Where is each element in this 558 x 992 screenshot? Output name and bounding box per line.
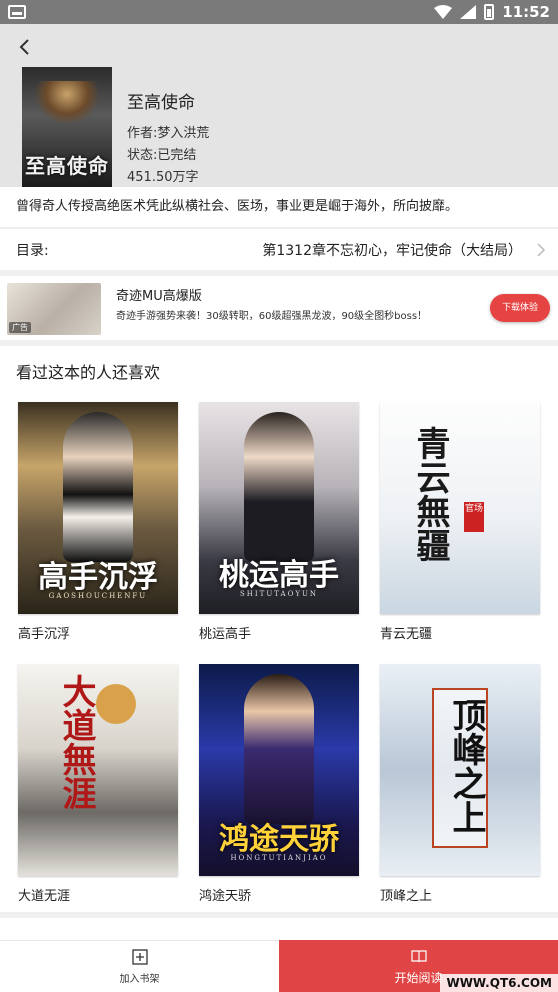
rec-book-item[interactable]: 鸿途天骄 HONGTUTIANJIAO 鸿途天骄 — [199, 664, 359, 904]
cover-seal: 官场 — [464, 502, 484, 532]
bottom-action-bar: 加入书架 开始阅读 WWW.QT6.COM — [0, 940, 558, 992]
cover-sun — [96, 684, 136, 724]
rec-book-title: 鸿途天骄 — [199, 889, 252, 904]
book-header: 至高使命 至高使命 作者:梦入洪荒 状态:已完结 451.50万字 — [0, 24, 558, 187]
rec-book-item[interactable]: 顶峰之上 顶峰之上 — [380, 664, 540, 904]
recommendations-section: 看过这本的人还喜欢 高手沉浮 GAOSHOUCHENFU 高手沉浮 桃运高手 S… — [0, 346, 558, 912]
recommendations-heading: 看过这本的人还喜欢 — [16, 363, 161, 382]
cover-title-text: 桃运高手 — [219, 558, 339, 593]
book-description: 曾得奇人传授高绝医术凭此纵横社会、医场，事业更是崛于海外，所向披靡。 — [0, 187, 558, 227]
rec-book-item[interactable]: 大道無涯 大道无涯 — [18, 664, 178, 904]
clock: 11:52 — [502, 3, 550, 21]
signal-icon: x — [460, 5, 477, 19]
cover-subtitle-text: HONGTUTIANJIAO — [230, 854, 328, 862]
toc-label: 目录: — [16, 242, 49, 259]
cover-title-text: 顶峰之上 — [446, 698, 486, 834]
back-arrow-icon[interactable] — [14, 36, 36, 58]
rec-book-cover: 青云無疆 官场 — [380, 402, 540, 614]
start-reading-button[interactable]: 开始阅读 WWW.QT6.COM — [279, 940, 558, 992]
add-box-icon — [131, 949, 148, 965]
site-watermark: WWW.QT6.COM — [440, 974, 558, 992]
rec-book-cover: 大道無涯 — [18, 664, 178, 876]
rec-book-title: 顶峰之上 — [380, 889, 433, 904]
rec-book-cover: 桃运高手 SHITUTAOYUN — [199, 402, 359, 614]
book-status: 状态:已完结 — [127, 148, 197, 163]
rec-book-item[interactable]: 青云無疆 官场 青云无疆 — [380, 402, 540, 642]
notification-icon — [8, 5, 26, 19]
rec-book-title: 桃运高手 — [199, 627, 252, 642]
status-bar: x 11:52 — [0, 0, 558, 24]
rec-book-title: 高手沉浮 — [18, 627, 71, 642]
wifi-icon — [434, 5, 453, 19]
rec-book-cover: 鸿途天骄 HONGTUTIANJIAO — [199, 664, 359, 876]
cover-figure — [63, 412, 133, 562]
rec-book-cover: 顶峰之上 — [380, 664, 540, 876]
cover-title-text: 青云無疆 — [410, 426, 450, 562]
add-to-shelf-button[interactable]: 加入书架 — [0, 940, 279, 992]
cover-title-text: 大道無涯 — [56, 674, 96, 810]
rec-book-title: 大道无涯 — [18, 889, 71, 904]
ad-download-button[interactable]: 下载体验 — [490, 294, 550, 322]
ad-banner[interactable]: 广告 奇迹MU高爆版 奇迹手游强势来袭！30级转职，60级超强黑龙波，90级全图… — [0, 276, 558, 340]
add-to-shelf-label: 加入书架 — [119, 974, 160, 985]
book-author: 作者:梦入洪荒 — [127, 126, 210, 141]
svg-text:x: x — [463, 7, 467, 15]
cover-figure — [244, 412, 314, 562]
ad-tag: 广告 — [9, 322, 31, 333]
rec-book-item[interactable]: 桃运高手 SHITUTAOYUN 桃运高手 — [199, 402, 359, 642]
ad-description: 奇迹手游强势来袭！30级转职，60级超强黑龙波，90级全图秒boss！ — [116, 311, 428, 322]
chevron-right-icon — [537, 243, 546, 257]
next-section-peek — [0, 918, 558, 940]
book-title: 至高使命 — [127, 93, 195, 113]
cover-figure — [244, 674, 314, 824]
cover-title-text: 高手沉浮 — [38, 560, 158, 595]
rec-book-item[interactable]: 高手沉浮 GAOSHOUCHENFU 高手沉浮 — [18, 402, 178, 642]
cover-subtitle-text: GAOSHOUCHENFU — [48, 592, 148, 600]
cover-title-text: 鸿途天骄 — [219, 822, 339, 857]
ad-thumbnail: 广告 — [7, 283, 101, 335]
rec-book-cover: 高手沉浮 GAOSHOUCHENFU — [18, 402, 178, 614]
book-cover: 至高使命 — [22, 67, 112, 187]
ad-title: 奇迹MU高爆版 — [116, 289, 202, 304]
toc-row[interactable]: 目录: 第1312章不忘初心，牢记使命（大结局） — [0, 228, 558, 270]
battery-icon — [484, 4, 495, 20]
rec-book-title: 青云无疆 — [380, 627, 433, 642]
open-book-icon — [410, 950, 427, 963]
cover-title-text: 至高使命 — [25, 154, 109, 178]
book-info: 至高使命 作者:梦入洪荒 状态:已完结 451.50万字 — [127, 88, 209, 189]
cover-art — [34, 81, 100, 125]
latest-chapter: 第1312章不忘初心，牢记使命（大结局） — [262, 242, 522, 259]
cover-subtitle-text: SHITUTAOYUN — [240, 590, 318, 598]
book-word-count: 451.50万字 — [127, 170, 199, 185]
